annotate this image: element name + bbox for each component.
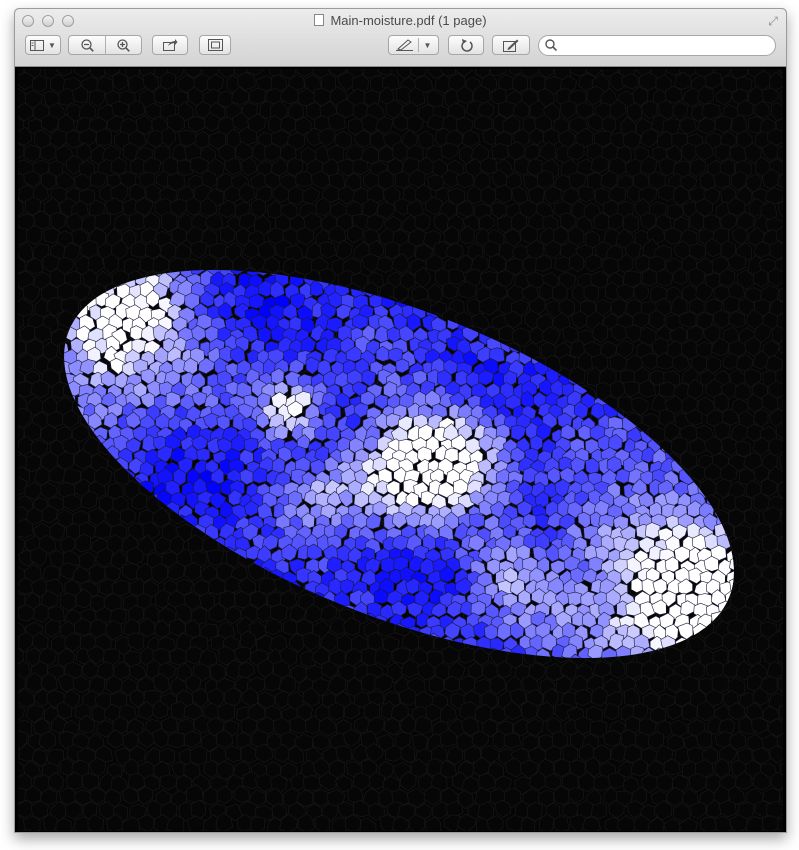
fullscreen-icon[interactable]: ⤢ — [766, 14, 780, 28]
toolbar-divider — [417, 38, 419, 52]
zoom-out-icon — [80, 38, 94, 52]
search-field[interactable] — [538, 35, 776, 56]
share-icon — [162, 39, 177, 51]
moisture-cell — [645, 522, 661, 540]
edit-button[interactable] — [492, 35, 530, 55]
toolbar-divider — [105, 36, 106, 54]
search-icon — [545, 39, 557, 51]
edit-icon — [503, 39, 519, 52]
document-view[interactable] — [18, 69, 783, 831]
fit-button[interactable] — [199, 35, 231, 55]
window-title-area: Main-moisture.pdf (1 page) — [15, 13, 786, 28]
sidebar-view-icon — [30, 39, 45, 51]
chevron-down-icon: ▼ — [423, 40, 432, 50]
annotate-button[interactable]: ▼ — [388, 35, 439, 55]
zoom-group — [68, 35, 142, 55]
preview-window: Main-moisture.pdf (1 page) ⤢ ▼ ▼ — [14, 8, 787, 833]
sidebar-view-button[interactable]: ▼ — [25, 35, 61, 55]
zoom-in-button[interactable] — [116, 38, 130, 52]
title-bar: Main-moisture.pdf (1 page) ⤢ ▼ ▼ — [15, 9, 786, 67]
window-title: Main-moisture.pdf (1 page) — [330, 13, 487, 28]
zoom-out-button[interactable] — [80, 38, 94, 52]
share-button[interactable] — [152, 35, 188, 55]
search-input[interactable] — [561, 37, 770, 55]
rotate-icon — [460, 39, 473, 52]
moisture-cell — [469, 513, 485, 528]
fit-to-window-icon — [207, 39, 223, 51]
document-icon — [314, 14, 325, 26]
moisture-voronoi-map — [18, 69, 783, 831]
zoom-in-icon — [116, 38, 130, 52]
rotate-button[interactable] — [448, 35, 484, 55]
chevron-down-icon: ▼ — [48, 40, 56, 50]
annotate-pen-icon — [395, 39, 413, 51]
